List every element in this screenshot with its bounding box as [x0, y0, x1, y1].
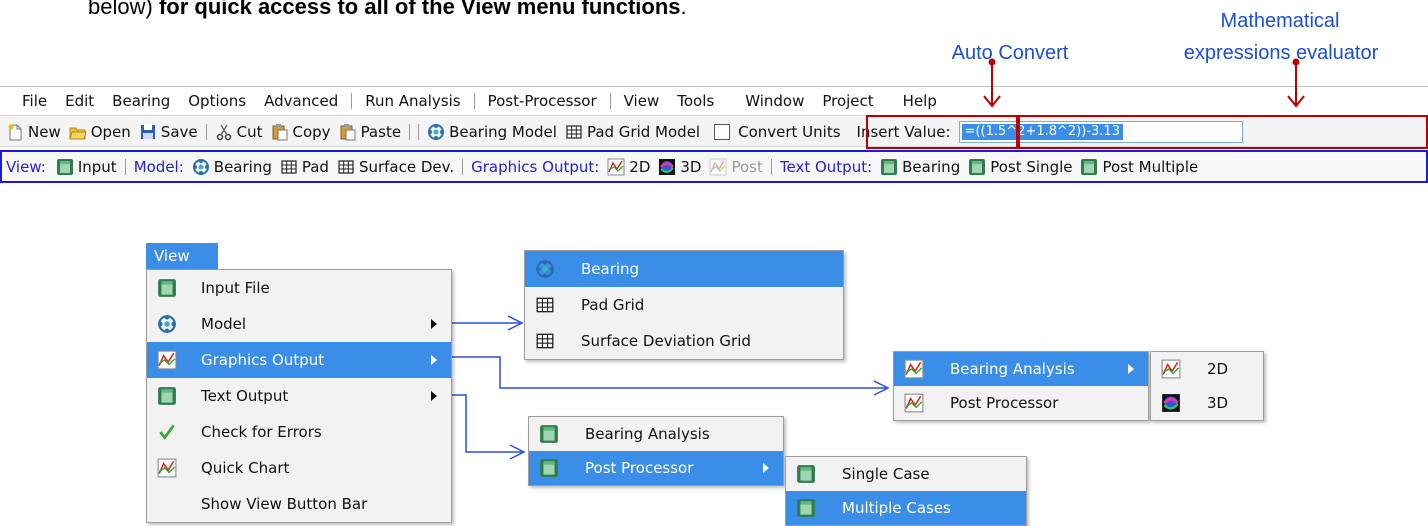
- menu-item-label: Bearing Analysis: [950, 360, 1075, 378]
- chart-icon: [904, 359, 924, 379]
- menu-item-text-output[interactable]: Text Output: [147, 378, 451, 414]
- menu-item-label: Model: [201, 315, 247, 333]
- chart-icon: [157, 458, 177, 478]
- grid-icon: [535, 331, 555, 351]
- input-file-icon: [157, 278, 177, 298]
- menu-item-bearing-analysis-text[interactable]: Bearing Analysis: [529, 417, 783, 451]
- text-output-icon: [796, 464, 816, 484]
- chart-icon: [904, 393, 924, 413]
- submenu-arrow-icon: [431, 355, 437, 365]
- menu-item-pad-grid[interactable]: Pad Grid: [525, 287, 843, 323]
- menu-item-input-file[interactable]: Input File: [147, 270, 451, 306]
- menu-item-bearing[interactable]: Bearing: [525, 251, 843, 287]
- menu-item-label: Text Output: [201, 387, 289, 405]
- submenu-arrow-icon: [1128, 364, 1134, 374]
- menu-item-label: 3D: [1207, 394, 1229, 412]
- post-processor-submenu: Single Case Multiple Cases: [785, 456, 1027, 526]
- text-output-icon: [539, 458, 559, 478]
- menu-item-2d[interactable]: 2D: [1151, 352, 1263, 386]
- view-menu: Input File Model Graphics Output Text Ou…: [146, 269, 452, 523]
- text-output-submenu: Bearing Analysis Post Processor: [528, 416, 784, 486]
- menu-item-label: Single Case: [842, 465, 930, 483]
- chart-icon: [157, 350, 177, 370]
- bearing-analysis-submenu: 2D 3D: [1150, 351, 1264, 421]
- model-submenu: Bearing Pad Grid Surface Deviation Grid: [524, 250, 844, 360]
- menu-item-label: Multiple Cases: [842, 499, 951, 517]
- menu-item-model[interactable]: Model: [147, 306, 451, 342]
- menu-item-surface-deviation-grid[interactable]: Surface Deviation Grid: [525, 323, 843, 359]
- submenu-arrow-icon: [763, 463, 769, 473]
- menu-item-label: 2D: [1207, 360, 1229, 378]
- menu-item-single-case[interactable]: Single Case: [786, 457, 1026, 491]
- menu-item-3d[interactable]: 3D: [1151, 386, 1263, 420]
- menu-item-quick-chart[interactable]: Quick Chart: [147, 450, 451, 486]
- text-output-icon: [157, 386, 177, 406]
- menu-item-label: Quick Chart: [201, 459, 290, 477]
- 3d-plot-icon: [1161, 393, 1181, 413]
- menu-item-multiple-cases[interactable]: Multiple Cases: [786, 491, 1026, 525]
- menu-item-post-processor-text[interactable]: Post Processor: [529, 451, 783, 485]
- bearing-icon: [157, 314, 177, 334]
- grid-icon: [535, 295, 555, 315]
- menu-item-label: Post Processor: [585, 459, 694, 477]
- menu-item-graphics-output[interactable]: Graphics Output: [147, 342, 451, 378]
- text-output-icon: [539, 424, 559, 444]
- menu-item-label: Bearing Analysis: [585, 425, 710, 443]
- menu-item-label: Surface Deviation Grid: [581, 332, 751, 350]
- menu-item-label: Post Processor: [950, 394, 1059, 412]
- menu-item-label: Show View Button Bar: [201, 495, 368, 513]
- menu-item-label: Input File: [201, 279, 270, 297]
- menu-item-label: Pad Grid: [581, 296, 645, 314]
- submenu-arrow-icon: [431, 319, 437, 329]
- menu-item-post-processor[interactable]: Post Processor: [894, 386, 1148, 420]
- menu-item-label: Bearing: [581, 260, 640, 278]
- checkmark-icon: [157, 422, 177, 442]
- graphics-output-submenu: Bearing Analysis Post Processor: [893, 351, 1149, 421]
- menu-item-show-view-bar[interactable]: Show View Button Bar: [147, 486, 451, 522]
- submenu-arrow-icon: [431, 391, 437, 401]
- text-output-icon: [796, 498, 816, 518]
- menu-item-label: Check for Errors: [201, 423, 322, 441]
- menu-item-check-errors[interactable]: Check for Errors: [147, 414, 451, 450]
- chart-icon: [1161, 359, 1181, 379]
- menu-item-bearing-analysis[interactable]: Bearing Analysis: [894, 352, 1148, 386]
- view-menu-title[interactable]: View: [146, 243, 218, 269]
- menu-item-label: Graphics Output: [201, 351, 325, 369]
- bearing-icon: [535, 259, 555, 279]
